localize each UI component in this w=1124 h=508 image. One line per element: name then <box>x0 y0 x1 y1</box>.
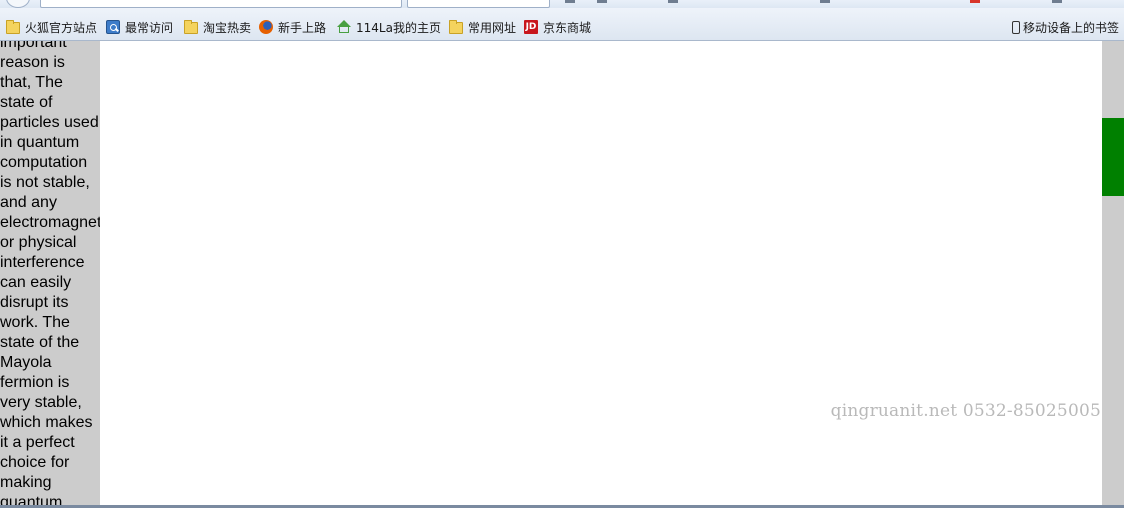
toolbar-icon[interactable] <box>1052 0 1062 3</box>
bookmark-label: 移动设备上的书签 <box>1023 20 1120 35</box>
bookmark-label: 淘宝热卖 <box>203 20 252 35</box>
bookmark-mobile-devices[interactable]: 移动设备上的书签 <box>1012 18 1119 36</box>
bookmark-label: 最常访问 <box>125 20 174 35</box>
navigation-toolbar <box>0 0 1124 8</box>
jd-icon: JD <box>524 20 538 34</box>
bookmark-common-sites[interactable]: 常用网址 <box>449 18 516 36</box>
firefox-icon <box>259 20 273 34</box>
back-button[interactable] <box>6 0 30 8</box>
bookmarks-toolbar: 火狐官方站点 最常访问 淘宝热卖 新手上路 114La我的主页 常用网址 JD … <box>0 8 1124 41</box>
history-icon <box>106 20 120 34</box>
browser-window: 火狐官方站点 最常访问 淘宝热卖 新手上路 114La我的主页 常用网址 JD … <box>0 0 1124 508</box>
bookmark-label: 常用网址 <box>468 20 517 35</box>
bookmark-label: 火狐官方站点 <box>25 20 98 35</box>
folder-icon <box>449 20 463 34</box>
bookmark-label: 新手上路 <box>278 20 327 35</box>
toolbar-icon[interactable] <box>970 0 980 3</box>
address-bar[interactable] <box>40 0 402 8</box>
left-column: important reason is that, The state of p… <box>0 41 113 508</box>
home-icon <box>337 20 351 34</box>
folder-icon <box>6 20 20 34</box>
bookmark-label: 114La我的主页 <box>356 20 441 35</box>
bookmark-most-visited[interactable]: 最常访问 <box>106 18 173 36</box>
bookmark-taobao[interactable]: 淘宝热卖 <box>184 18 251 36</box>
bookmark-114la-home[interactable]: 114La我的主页 <box>337 18 441 36</box>
bookmark-star-icon[interactable] <box>565 0 575 3</box>
search-bar[interactable] <box>407 0 550 8</box>
bookmark-getting-started[interactable]: 新手上路 <box>259 18 326 36</box>
bookmark-label: 京东商城 <box>543 20 592 35</box>
main-content-area: qingruanit.net 0532-85025005 <box>100 41 1102 508</box>
toolbar-icon[interactable] <box>820 0 830 3</box>
article-text: important reason is that, The state of p… <box>0 41 113 508</box>
mobile-icon <box>1012 20 1020 34</box>
bookmark-firefox-official[interactable]: 火狐官方站点 <box>6 18 97 36</box>
toolbar-icon[interactable] <box>668 0 678 3</box>
right-column <box>1102 41 1124 508</box>
page-content: important reason is that, The state of p… <box>0 41 1124 508</box>
watermark: qingruanit.net 0532-85025005 <box>830 401 1101 421</box>
toolbar-icon[interactable] <box>597 0 607 3</box>
bookmark-jd-mall[interactable]: JD 京东商城 <box>524 18 591 36</box>
green-block <box>1102 118 1124 196</box>
folder-icon <box>184 20 198 34</box>
